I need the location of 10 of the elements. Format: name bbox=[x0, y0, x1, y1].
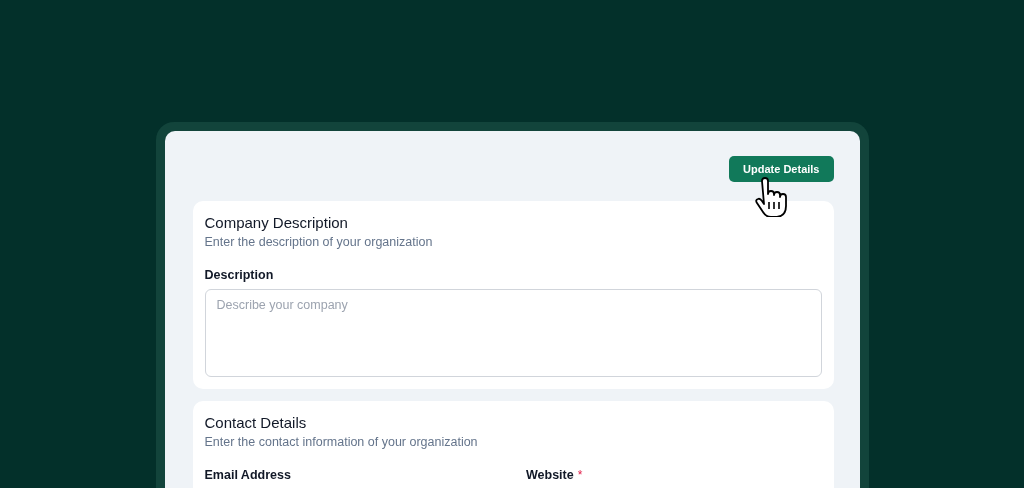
field-label: Email Address bbox=[204, 468, 291, 482]
section-subtitle: Enter the description of your organization bbox=[204, 235, 434, 249]
section-title: Contact Details bbox=[204, 414, 308, 431]
section-title: Company Description bbox=[204, 214, 349, 231]
update-details-button[interactable]: Update Details bbox=[729, 156, 834, 182]
section-subtitle: Enter the contact information of your organization bbox=[204, 435, 479, 449]
description-field[interactable]: Describe your company bbox=[204, 289, 822, 377]
field-label: Description bbox=[204, 268, 274, 282]
field-label: Website bbox=[526, 468, 574, 482]
required-mark: * bbox=[577, 468, 583, 482]
